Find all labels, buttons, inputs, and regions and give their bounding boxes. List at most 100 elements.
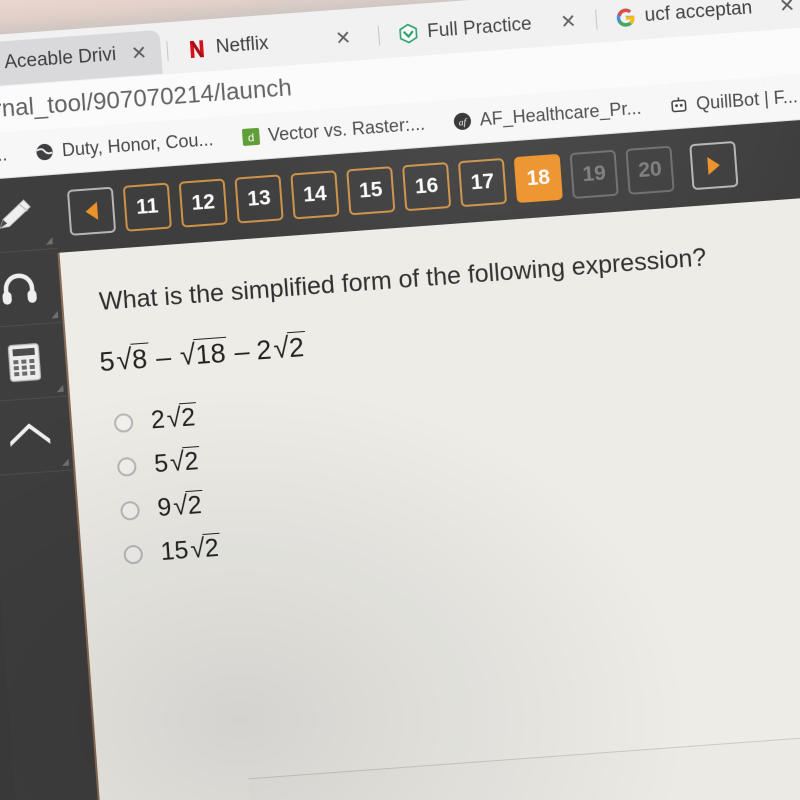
question-number-13[interactable]: 13	[234, 174, 284, 224]
question-number-label: 14	[302, 182, 328, 207]
question-number-label: 18	[525, 165, 551, 191]
scroll-up-tool-button[interactable]	[0, 396, 74, 477]
corner-marker	[56, 384, 64, 393]
question-number-17[interactable]: 17	[457, 157, 508, 208]
quillbot-icon	[671, 97, 687, 113]
calculator-tool-button[interactable]	[0, 322, 69, 403]
calculator-icon	[7, 342, 42, 382]
choice-3-coefficient: 9	[156, 493, 173, 523]
tab-title: Netflix	[215, 32, 270, 58]
question-number-12[interactable]: 12	[178, 178, 228, 228]
answer-choice-2[interactable]: 5 √ 2	[116, 438, 216, 489]
bookmark-label: QuillBot | F...	[695, 86, 799, 114]
bookmark-duty-honor[interactable]: Duty, Honor, Cou...	[20, 128, 228, 164]
answer-choice-3-label: 9 √ 2	[156, 489, 205, 523]
chevron-right-icon	[707, 156, 721, 175]
choice-4-coefficient: 15	[159, 536, 190, 567]
answer-choice-2-label: 5 √ 2	[153, 445, 202, 479]
tab-title: ucf acceptan	[643, 0, 753, 27]
docs-icon: d	[241, 127, 260, 146]
radio-button[interactable]	[119, 500, 141, 521]
question-number-14[interactable]: 14	[290, 170, 340, 220]
browser-window: Co ✕ Aceable Drivi ✕ Netfli	[0, 0, 800, 800]
question-number-19: 19	[569, 149, 619, 199]
bookmark-label: Vector vs. Raster:...	[267, 113, 426, 146]
tab-separator	[595, 9, 598, 30]
radio-button[interactable]	[123, 543, 144, 565]
close-icon[interactable]: ✕	[778, 0, 796, 18]
radio-button[interactable]	[116, 456, 137, 477]
answer-choices: 2 √ 2 5 √ 2 9 √ 2 15 √ 2	[113, 394, 223, 577]
question-number-label: 12	[190, 190, 216, 215]
highlighter-tool-button[interactable]	[0, 175, 58, 255]
question-number-label: 19	[581, 161, 607, 187]
radio-button[interactable]	[113, 412, 134, 433]
choice-3-radicand: 2	[185, 489, 205, 520]
answer-choice-1[interactable]: 2 √ 2	[113, 394, 213, 445]
expr-term-2-coefficient: 2	[255, 334, 273, 366]
previous-questions-button[interactable]	[66, 186, 117, 236]
question-number-15[interactable]: 15	[346, 166, 396, 216]
question-number-label: 16	[414, 173, 440, 199]
choice-2-coefficient: 5	[153, 449, 170, 479]
choice-4-radical: √ 2	[189, 532, 222, 564]
question-number-16[interactable]: 16	[402, 162, 452, 212]
expr-term-1-operator: –	[154, 341, 173, 373]
bookmark-ample-d[interactable]: ample - D...	[0, 143, 22, 173]
question-number-label: 11	[135, 194, 160, 219]
question-number-label: 15	[358, 177, 384, 203]
question-number-label: 17	[469, 169, 495, 195]
answer-choice-4-label: 15 √ 2	[159, 532, 222, 567]
google-icon	[616, 8, 635, 27]
expr-term-1-radicand: 18	[193, 336, 229, 370]
bookmark-label: Duty, Honor, Cou...	[61, 129, 215, 161]
expr-term-0-radicand: 8	[129, 342, 151, 375]
corner-marker	[61, 458, 70, 467]
bookmark-af-healthcare[interactable]: af AF_Healthcare_Pr...	[438, 97, 656, 134]
globe-icon	[36, 143, 53, 161]
tab-title: Aceable Drivi	[3, 44, 117, 74]
bookmark-quillbot[interactable]: QuillBot | F...	[655, 85, 800, 117]
tab-separator	[166, 41, 169, 62]
tab-title: Full Practice	[426, 13, 533, 43]
answer-choice-1-label: 2 √ 2	[149, 402, 199, 435]
pencil-icon	[0, 199, 31, 229]
expr-term-2-radical: √ 2	[272, 330, 308, 365]
tab-separator	[377, 25, 381, 46]
choice-1-coefficient: 2	[149, 405, 166, 435]
close-icon[interactable]: ✕	[560, 10, 578, 34]
quiz-application: 11 12 13 14 15 16 17 18 19 20 What is th…	[0, 111, 800, 800]
corner-marker	[50, 310, 59, 319]
answer-choice-4[interactable]: 15 √ 2	[122, 526, 222, 577]
bookmark-vector-raster[interactable]: d Vector vs. Raster:...	[227, 113, 440, 149]
question-number-18[interactable]: 18	[513, 153, 563, 204]
choice-4-radicand: 2	[202, 532, 222, 563]
audio-tool-button[interactable]	[0, 248, 63, 329]
corner-marker	[45, 237, 53, 245]
close-icon[interactable]: ✕	[335, 26, 353, 50]
answer-choice-3[interactable]: 9 √ 2	[119, 482, 219, 533]
bookmark-label: ample - D...	[0, 144, 8, 171]
expr-term-2-operator: –	[233, 336, 251, 368]
question-prompt: What is the simplified form of the follo…	[98, 243, 708, 316]
choice-1-radicand: 2	[179, 402, 199, 433]
question-number-label: 13	[246, 186, 272, 211]
up-arrow-icon	[10, 422, 51, 447]
choice-2-radical: √ 2	[169, 445, 202, 477]
question-expression: 5 √ 8 – √ 18 – 2 √ 2	[98, 330, 308, 378]
expr-term-0-radical: √ 8	[115, 342, 151, 377]
headphones-icon	[2, 273, 37, 305]
question-number-label: 20	[637, 157, 663, 183]
next-questions-button[interactable]	[689, 140, 739, 191]
close-icon[interactable]: ✕	[130, 41, 148, 65]
question-number-20: 20	[625, 145, 675, 195]
question-panel: What is the simplified form of the follo…	[57, 189, 800, 800]
choice-3-radical: √ 2	[172, 489, 205, 521]
expr-term-0-coefficient: 5	[98, 346, 116, 378]
chevron-left-icon	[84, 201, 99, 221]
screen-photo: Co ✕ Aceable Drivi ✕ Netfli	[0, 0, 800, 800]
action-bar: Mark this and return Save and Exit	[248, 714, 800, 800]
dark-circle-icon: af	[453, 112, 471, 130]
choice-2-radicand: 2	[182, 445, 202, 477]
question-number-11[interactable]: 11	[122, 182, 173, 232]
